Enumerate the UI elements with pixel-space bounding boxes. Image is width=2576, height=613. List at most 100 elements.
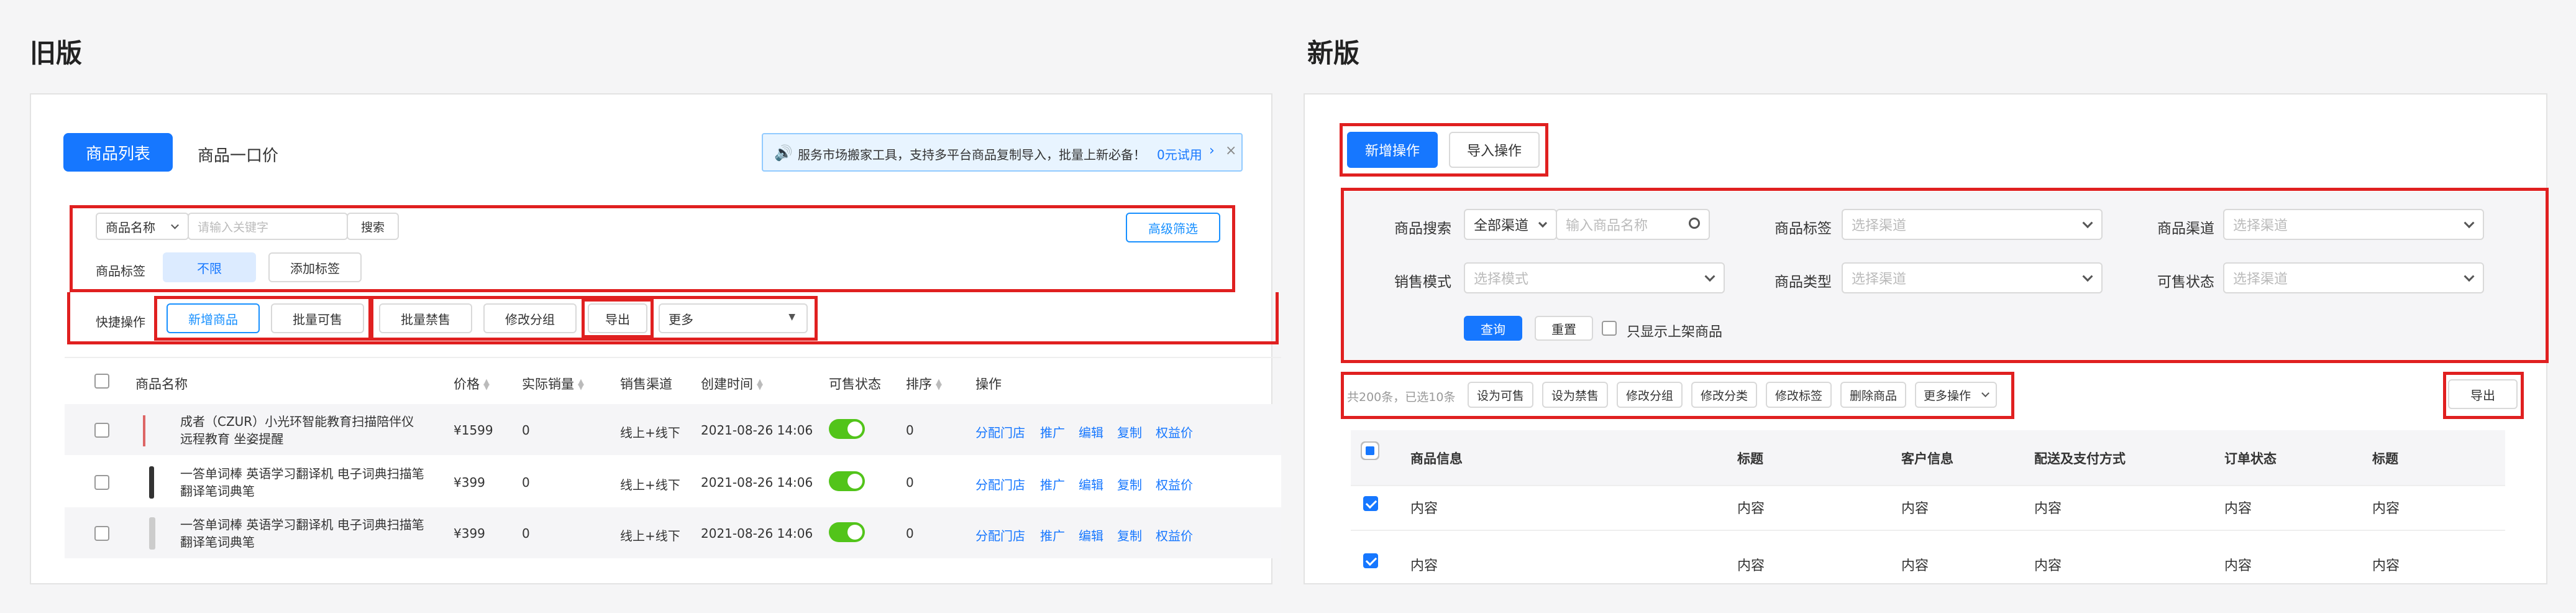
- assign-store-link[interactable]: 分配门店: [975, 526, 1025, 544]
- search-placeholder: 输入商品名称: [1566, 218, 1648, 234]
- mode-select[interactable]: 选择模式: [1464, 262, 1725, 293]
- col-customer: 客户信息: [1901, 451, 1953, 466]
- notice-bar: 🔊 服务市场搬家工具，支持多平台商品复制导入，批量上新必备！ 0元试用 › ×: [762, 133, 1243, 172]
- edit-link[interactable]: 编辑: [1079, 475, 1103, 493]
- on-shelf-checkbox[interactable]: [1602, 321, 1617, 336]
- channel-label: 商品渠道: [2157, 221, 2214, 237]
- assign-store-link[interactable]: 分配门店: [975, 475, 1025, 493]
- speaker-icon: 🔊: [774, 144, 793, 162]
- col-order-status: 订单状态: [2224, 451, 2277, 466]
- col-delivery-payment: 配送及支付方式: [2034, 451, 2126, 466]
- new-panel: 新增操作 导入操作 商品搜索 全部渠道 输入商品名称 商品标签 选择渠道 商品渠…: [1304, 93, 2549, 584]
- product-sort: 0: [906, 475, 914, 490]
- product-name: 一答单词棒 英语学习翻译机 电子词典扫描笔翻译笔词典笔: [180, 517, 424, 550]
- product-channel: 线上+线下: [620, 425, 680, 440]
- tag-select-placeholder: 选择渠道: [1852, 218, 1907, 234]
- product-price: ¥1599: [454, 423, 493, 438]
- promote-link[interactable]: 推广: [1040, 475, 1065, 493]
- query-button[interactable]: 查询: [1464, 316, 1522, 341]
- type-label: 商品类型: [1774, 274, 1832, 290]
- col-title-2: 标题: [2372, 451, 2398, 466]
- sort-icon[interactable]: ▲ ▼: [483, 378, 490, 391]
- select-all-checkbox[interactable]: [94, 374, 109, 389]
- tag-label: 商品标签: [1774, 221, 1832, 237]
- product-created: 2021-08-26 14:06: [701, 526, 813, 541]
- highlight-export: [2443, 372, 2524, 419]
- col-name: 商品名称: [135, 377, 188, 392]
- table-row-clipped: 内容 内容 内容 内容 内容 内容: [1342, 553, 2516, 584]
- cell: 内容: [1737, 558, 1765, 574]
- product-created: 2021-08-26 14:06: [701, 475, 813, 490]
- tab-fixed-price[interactable]: 商品一口价: [198, 143, 278, 166]
- copy-link[interactable]: 复制: [1117, 475, 1142, 493]
- cell: 内容: [1901, 501, 1929, 517]
- assign-store-link[interactable]: 分配门店: [975, 423, 1025, 441]
- channel-select[interactable]: 全部渠道: [1464, 209, 1557, 240]
- channel-select-label: 全部渠道: [1474, 218, 1529, 234]
- copy-link[interactable]: 复制: [1117, 423, 1142, 441]
- edit-link[interactable]: 编辑: [1079, 526, 1103, 544]
- product-name: 一答单词棒 英语学习翻译机 电子词典扫描笔翻译笔词典笔: [180, 466, 424, 499]
- type-select[interactable]: 选择渠道: [1842, 262, 2103, 293]
- channel-filter-select[interactable]: 选择渠道: [2223, 209, 2484, 240]
- product-thumbnail: [149, 517, 155, 550]
- highlight-top-buttons: [1340, 123, 1548, 177]
- row-checkbox[interactable]: [94, 423, 109, 438]
- col-sort: 排序 ▲ ▼: [906, 374, 942, 393]
- col-product-info: 商品信息: [1410, 451, 1463, 466]
- cell: 内容: [2372, 501, 2400, 517]
- cell: 内容: [2224, 558, 2252, 574]
- cell: 内容: [1737, 501, 1765, 517]
- sort-icon[interactable]: ▲ ▼: [578, 378, 584, 391]
- sellable-toggle[interactable]: [829, 419, 865, 439]
- product-sales: 0: [522, 475, 530, 490]
- close-icon[interactable]: ×: [1225, 143, 1236, 159]
- status-select-placeholder: 选择渠道: [2233, 272, 2288, 287]
- row-checkbox[interactable]: [94, 475, 109, 490]
- select-all-checkbox[interactable]: [1366, 446, 1374, 455]
- benefit-price-link[interactable]: 权益价: [1156, 475, 1193, 493]
- cell: 内容: [1901, 558, 1929, 574]
- reset-button[interactable]: 重置: [1535, 316, 1593, 341]
- sort-icon[interactable]: ▲ ▼: [757, 378, 763, 391]
- col-channel: 销售渠道: [620, 377, 672, 392]
- tab-product-list[interactable]: 商品列表: [63, 133, 173, 172]
- row-checkbox[interactable]: [94, 526, 109, 541]
- status-label: 可售状态: [2157, 274, 2214, 290]
- search-label: 商品搜索: [1394, 221, 1451, 237]
- product-thumbnail: [149, 466, 154, 499]
- channel-filter-placeholder: 选择渠道: [2233, 218, 2288, 234]
- benefit-price-link[interactable]: 权益价: [1156, 526, 1193, 544]
- sellable-toggle[interactable]: [829, 471, 865, 491]
- cell: 内容: [1410, 558, 1438, 574]
- chevron-down-icon: [2464, 218, 2475, 229]
- old-panel: 商品列表 商品一口价 🔊 服务市场搬家工具，支持多平台商品复制导入，批量上新必备…: [30, 93, 1281, 584]
- promote-link[interactable]: 推广: [1040, 423, 1065, 441]
- cell: 内容: [2034, 558, 2062, 574]
- cell: 内容: [2034, 501, 2062, 517]
- status-select[interactable]: 选择渠道: [2223, 262, 2484, 293]
- col-price: 价格 ▲ ▼: [454, 374, 490, 393]
- col-created-label: 创建时间: [701, 377, 753, 392]
- sellable-toggle[interactable]: [829, 522, 865, 542]
- chevron-down-icon: [2464, 271, 2475, 282]
- benefit-price-link[interactable]: 权益价: [1156, 423, 1193, 441]
- edit-link[interactable]: 编辑: [1079, 423, 1103, 441]
- notice-link[interactable]: 0元试用: [1157, 145, 1202, 163]
- row-checkbox[interactable]: [1363, 496, 1378, 511]
- search-icon[interactable]: [1689, 218, 1700, 229]
- old-section-title: 旧版: [30, 38, 83, 68]
- copy-link[interactable]: 复制: [1117, 526, 1142, 544]
- product-created: 2021-08-26 14:06: [701, 423, 813, 438]
- tag-select[interactable]: 选择渠道: [1842, 209, 2103, 240]
- row-checkbox[interactable]: [1363, 553, 1378, 568]
- sort-icon[interactable]: ▲ ▼: [936, 378, 942, 391]
- product-channel: 线上+线下: [620, 477, 680, 492]
- on-shelf-label: 只显示上架商品: [1627, 325, 1723, 340]
- col-sales-label: 实际销量: [522, 377, 574, 392]
- promote-link[interactable]: 推广: [1040, 526, 1065, 544]
- col-sales: 实际销量 ▲ ▼: [522, 374, 584, 393]
- product-price: ¥399: [454, 475, 485, 490]
- product-search-input[interactable]: 输入商品名称: [1556, 209, 1710, 240]
- product-sales: 0: [522, 423, 530, 438]
